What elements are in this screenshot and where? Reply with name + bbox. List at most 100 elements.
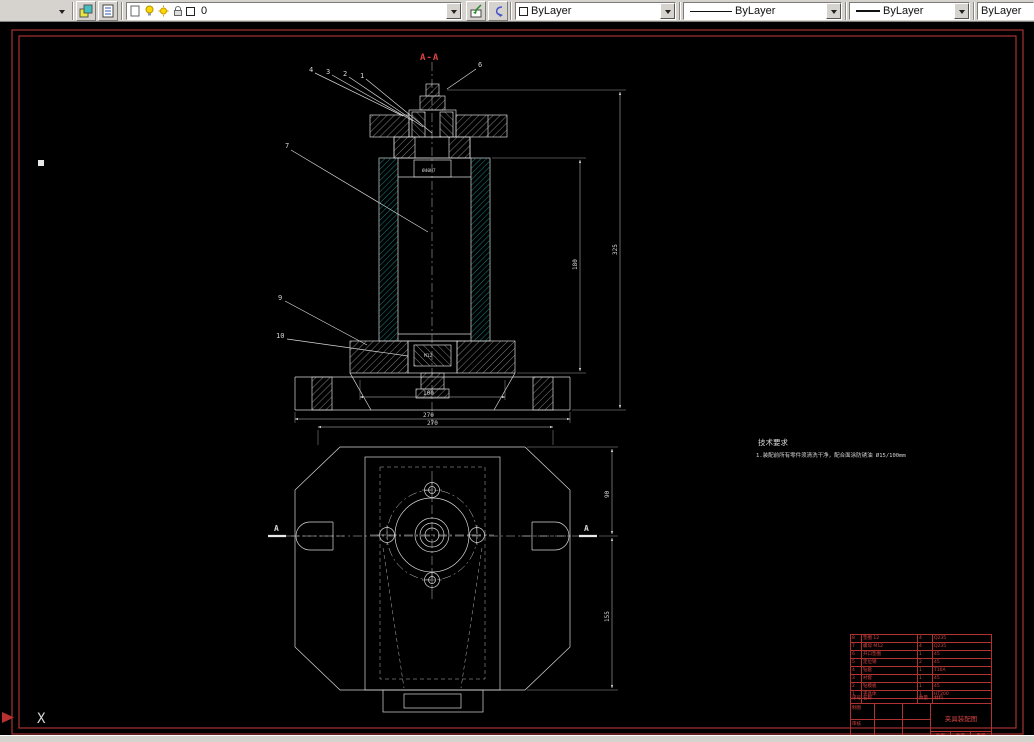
chevron-down-icon bbox=[450, 9, 457, 17]
lock-icon bbox=[174, 6, 182, 16]
linetype-value: ByLayer bbox=[735, 5, 776, 17]
part-name: 垫圈 12 bbox=[862, 635, 918, 642]
callout-3: 3 bbox=[326, 68, 330, 76]
section-view: A-A 4 3 2 1 6 7 9 10 Ø40H7 M12 bbox=[276, 53, 571, 424]
parts-row: 8 垫圈 12 4 Q235 bbox=[851, 635, 991, 643]
plan-width-dim: 270 bbox=[427, 420, 438, 427]
tech-requirements: 技术要求 1.装配前所有零件须清洗干净，配合面涂防锈油 Ø15/100mm bbox=[756, 437, 906, 459]
linetype-combo-arrow[interactable] bbox=[826, 3, 841, 19]
toolbar-separator bbox=[72, 2, 74, 20]
layer-properties-icon bbox=[79, 4, 93, 18]
part-no: 5 bbox=[851, 659, 862, 666]
part-qty: 4 bbox=[918, 635, 933, 642]
lineweight-value: ByLayer bbox=[883, 5, 924, 17]
layer-color-swatch bbox=[186, 6, 195, 16]
callout-10: 10 bbox=[276, 332, 284, 340]
part-material: 45 bbox=[934, 652, 940, 657]
parts-row: 7 螺母 M12 4 Q235 bbox=[851, 643, 991, 651]
top-toolbar: 0 ByLayer ByLayer ByLayer ByLayer bbox=[0, 0, 1034, 22]
part-name: 定位销 bbox=[862, 659, 918, 666]
part-qty: 2 bbox=[918, 659, 933, 666]
parts-row: 5 定位销 2 45 bbox=[851, 659, 991, 667]
layers-dialog-button[interactable] bbox=[98, 1, 118, 21]
toolbar-separator bbox=[679, 2, 681, 20]
signature-name bbox=[875, 704, 903, 720]
make-object-layer-current-button[interactable] bbox=[466, 1, 486, 21]
hub-width-dim: 100 bbox=[423, 390, 434, 397]
callout-1: 1 bbox=[360, 72, 364, 80]
part-qty: 4 bbox=[918, 643, 933, 650]
part-name: 钻套 bbox=[862, 667, 918, 674]
ucs-x-label: X bbox=[37, 711, 46, 727]
layer-state-icon bbox=[130, 5, 140, 17]
layers-icon bbox=[102, 4, 114, 18]
toolbar-separator bbox=[121, 2, 123, 20]
color-swatch bbox=[519, 6, 528, 16]
callout-7: 7 bbox=[285, 142, 289, 150]
header-material: 材料 bbox=[934, 696, 943, 701]
part-qty: 1 bbox=[918, 675, 933, 682]
sun-icon bbox=[158, 5, 169, 17]
part-no: 6 bbox=[851, 651, 862, 658]
drawing-title: 夹具装配图 bbox=[931, 704, 991, 732]
plotstyle-control[interactable]: ByLayer bbox=[977, 2, 1034, 20]
color-control[interactable]: ByLayer bbox=[515, 2, 676, 20]
drawing-area[interactable]: A-A 4 3 2 1 6 7 9 10 Ø40H7 M12 180 325 1… bbox=[0, 22, 1034, 742]
chevron-down-icon bbox=[958, 9, 965, 17]
header-no: 序号 bbox=[852, 695, 862, 703]
section-letter-left: A bbox=[274, 524, 279, 533]
part-material: 45 bbox=[934, 660, 940, 665]
part-qty: 1 bbox=[918, 683, 933, 690]
signature-row: 制图 bbox=[851, 704, 930, 721]
part-name: 钻模板 bbox=[862, 683, 918, 690]
lineweight-sample bbox=[856, 10, 880, 12]
parts-row: 4 钻套 1 T10A bbox=[851, 667, 991, 675]
part-material: 45 bbox=[934, 684, 940, 689]
callout-6: 6 bbox=[478, 61, 482, 69]
parts-row: 2 钻模板 1 45 bbox=[851, 683, 991, 691]
part-qty: 1 bbox=[918, 651, 933, 658]
header-qty: 数量 bbox=[918, 695, 933, 703]
toolbar-dropdown-arrow[interactable] bbox=[54, 3, 70, 19]
sheet-border bbox=[11, 29, 1024, 735]
body-height-dim: 180 bbox=[572, 259, 579, 270]
application-window: 0 ByLayer ByLayer ByLayer ByLayer A-A 4 … bbox=[0, 0, 1034, 742]
callout-9: 9 bbox=[278, 294, 282, 302]
chevron-down-icon bbox=[664, 9, 671, 17]
section-letter-right: A bbox=[584, 524, 589, 533]
signature-date bbox=[903, 720, 930, 735]
part-no: 4 bbox=[851, 667, 862, 674]
part-qty: 1 bbox=[918, 667, 933, 674]
part-material: Q235 bbox=[934, 644, 947, 649]
part-no: 7 bbox=[851, 643, 862, 650]
toolbar-separator bbox=[510, 2, 512, 20]
tech-line: 1.装配前所有零件须清洗干净，配合面涂防锈油 Ø15/100mm bbox=[756, 451, 906, 459]
bore-dim: Ø40H7 bbox=[422, 167, 436, 174]
part-name: 开口垫圈 bbox=[862, 651, 918, 658]
color-combo-arrow[interactable] bbox=[660, 3, 675, 19]
header-name: 名称 bbox=[862, 695, 918, 703]
lineweight-control[interactable]: ByLayer bbox=[849, 2, 970, 20]
chevron-down-icon bbox=[59, 9, 65, 17]
title-block: 8 垫圈 12 4 Q235 7 螺母 M12 4 Q235 6 开口垫圈 1 … bbox=[850, 634, 992, 742]
linetype-sample bbox=[690, 10, 732, 12]
toolbar-separator bbox=[845, 2, 847, 20]
part-material: 45 bbox=[934, 676, 940, 681]
parts-list: 8 垫圈 12 4 Q235 7 螺母 M12 4 Q235 6 开口垫圈 1 … bbox=[851, 635, 991, 699]
signature-name bbox=[875, 720, 903, 736]
layer-properties-button[interactable] bbox=[76, 1, 96, 21]
layer-previous-button[interactable] bbox=[488, 1, 508, 21]
chevron-down-icon bbox=[830, 9, 837, 17]
layer-previous-icon bbox=[495, 6, 503, 17]
part-name: 衬套 bbox=[862, 675, 918, 682]
lightbulb-icon bbox=[145, 5, 154, 16]
total-height-dim: 325 bbox=[612, 244, 619, 255]
signature-label: 制图 bbox=[851, 704, 875, 720]
lineweight-combo-arrow[interactable] bbox=[954, 3, 969, 19]
signature-date bbox=[903, 704, 930, 719]
plan-upper-dim: 90 bbox=[604, 490, 611, 498]
layer-combo-arrow[interactable] bbox=[446, 3, 461, 19]
layer-control[interactable]: 0 bbox=[126, 2, 462, 20]
linetype-control[interactable]: ByLayer bbox=[683, 2, 842, 20]
callout-4: 4 bbox=[309, 66, 313, 74]
